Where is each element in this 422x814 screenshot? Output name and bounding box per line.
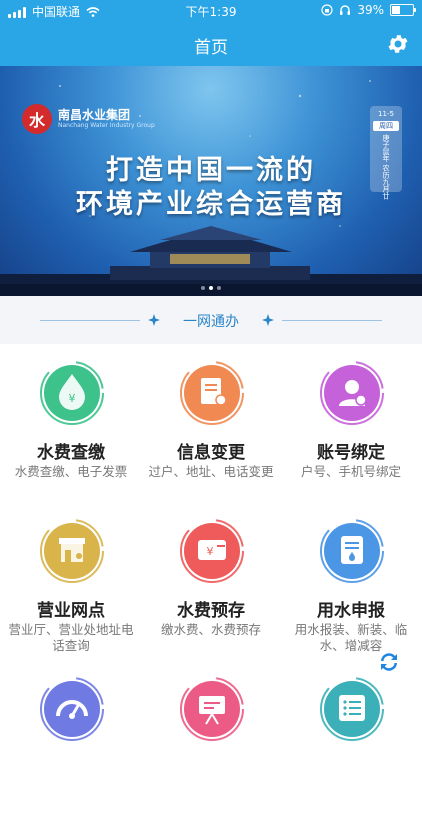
- banner-slogan-line2: 环境产业综合运营商: [76, 189, 346, 220]
- service-description: 户号、手机号绑定: [300, 464, 401, 479]
- service-item[interactable]: [141, 664, 281, 814]
- service-description: 水费查缴、电子发票: [14, 464, 128, 479]
- water-drop-yen-icon: ¥: [39, 360, 105, 426]
- nav-bar: 首页: [0, 22, 422, 66]
- list-icon: [319, 676, 385, 742]
- section-title: 一网通办: [183, 314, 239, 330]
- service-title: 信息变更: [177, 443, 245, 463]
- service-title: 用水申报: [317, 601, 385, 621]
- service-description: 过户、地址、电话变更: [148, 464, 274, 479]
- carousel-dot[interactable]: [209, 286, 213, 290]
- service-item[interactable]: 用水申报 用水报装、新装、临水、增减容: [281, 506, 421, 656]
- headphones-icon: [340, 5, 351, 15]
- battery-percent: 39%: [357, 3, 384, 17]
- svg-text:¥: ¥: [69, 392, 76, 405]
- company-logo: 水 南昌水业集团 Nanchang Water Industry Group: [22, 104, 155, 134]
- speedometer-icon: [39, 676, 105, 742]
- storefront-icon: [39, 518, 105, 584]
- service-title: 水费查缴: [37, 443, 105, 463]
- water-form-icon: [319, 518, 385, 584]
- gear-icon[interactable]: [386, 32, 410, 56]
- company-name: 南昌水业集团: [58, 108, 131, 122]
- user-link-icon: [319, 360, 385, 426]
- battery-icon: [390, 4, 416, 16]
- svg-text:¥: ¥: [207, 545, 214, 558]
- date-top: 11-5: [378, 110, 394, 118]
- promo-banner[interactable]: 水 南昌水业集团 Nanchang Water Industry Group 1…: [0, 66, 422, 296]
- status-bar: 中国联通 下午1:39 39%: [0, 0, 422, 22]
- section-header: 一网通办: [0, 296, 422, 344]
- service-title: 水费预存: [177, 601, 245, 621]
- service-item[interactable]: ¥ 水费预存 缴水费、水费预存: [141, 506, 281, 656]
- wallet-pay-icon: ¥: [179, 518, 245, 584]
- service-item[interactable]: [1, 664, 141, 814]
- refresh-icon[interactable]: [377, 650, 401, 674]
- service-description: 营业厅、营业处地址电话查询: [8, 622, 134, 653]
- service-title: 营业网点: [37, 601, 105, 621]
- logo-mark: 水: [22, 104, 52, 134]
- service-item[interactable]: [281, 664, 421, 814]
- status-right: 39%: [321, 3, 416, 17]
- service-description: 缴水费、水费预存: [160, 622, 261, 637]
- date-weekday: 周四: [373, 121, 399, 131]
- carousel-dot[interactable]: [201, 286, 205, 290]
- document-edit-icon: [179, 360, 245, 426]
- flourish-right-icon: [262, 314, 274, 326]
- carousel-dot[interactable]: [217, 286, 221, 290]
- page-title: 首页: [194, 38, 228, 58]
- service-item[interactable]: 信息变更 过户、地址、电话变更: [141, 348, 281, 498]
- carousel-indicator[interactable]: [0, 286, 422, 290]
- service-item[interactable]: 营业网点 营业厅、营业处地址电话查询: [1, 506, 141, 656]
- company-name-en: Nanchang Water Industry Group: [58, 122, 155, 129]
- service-title: 账号绑定: [317, 443, 385, 463]
- service-item[interactable]: ¥ 水费查缴 水费查缴、电子发票: [1, 348, 141, 498]
- rotation-lock-icon: [321, 4, 333, 16]
- presentation-icon: [179, 676, 245, 742]
- service-item[interactable]: 账号绑定 户号、手机号绑定: [281, 348, 421, 498]
- divider-line-right: [282, 320, 382, 321]
